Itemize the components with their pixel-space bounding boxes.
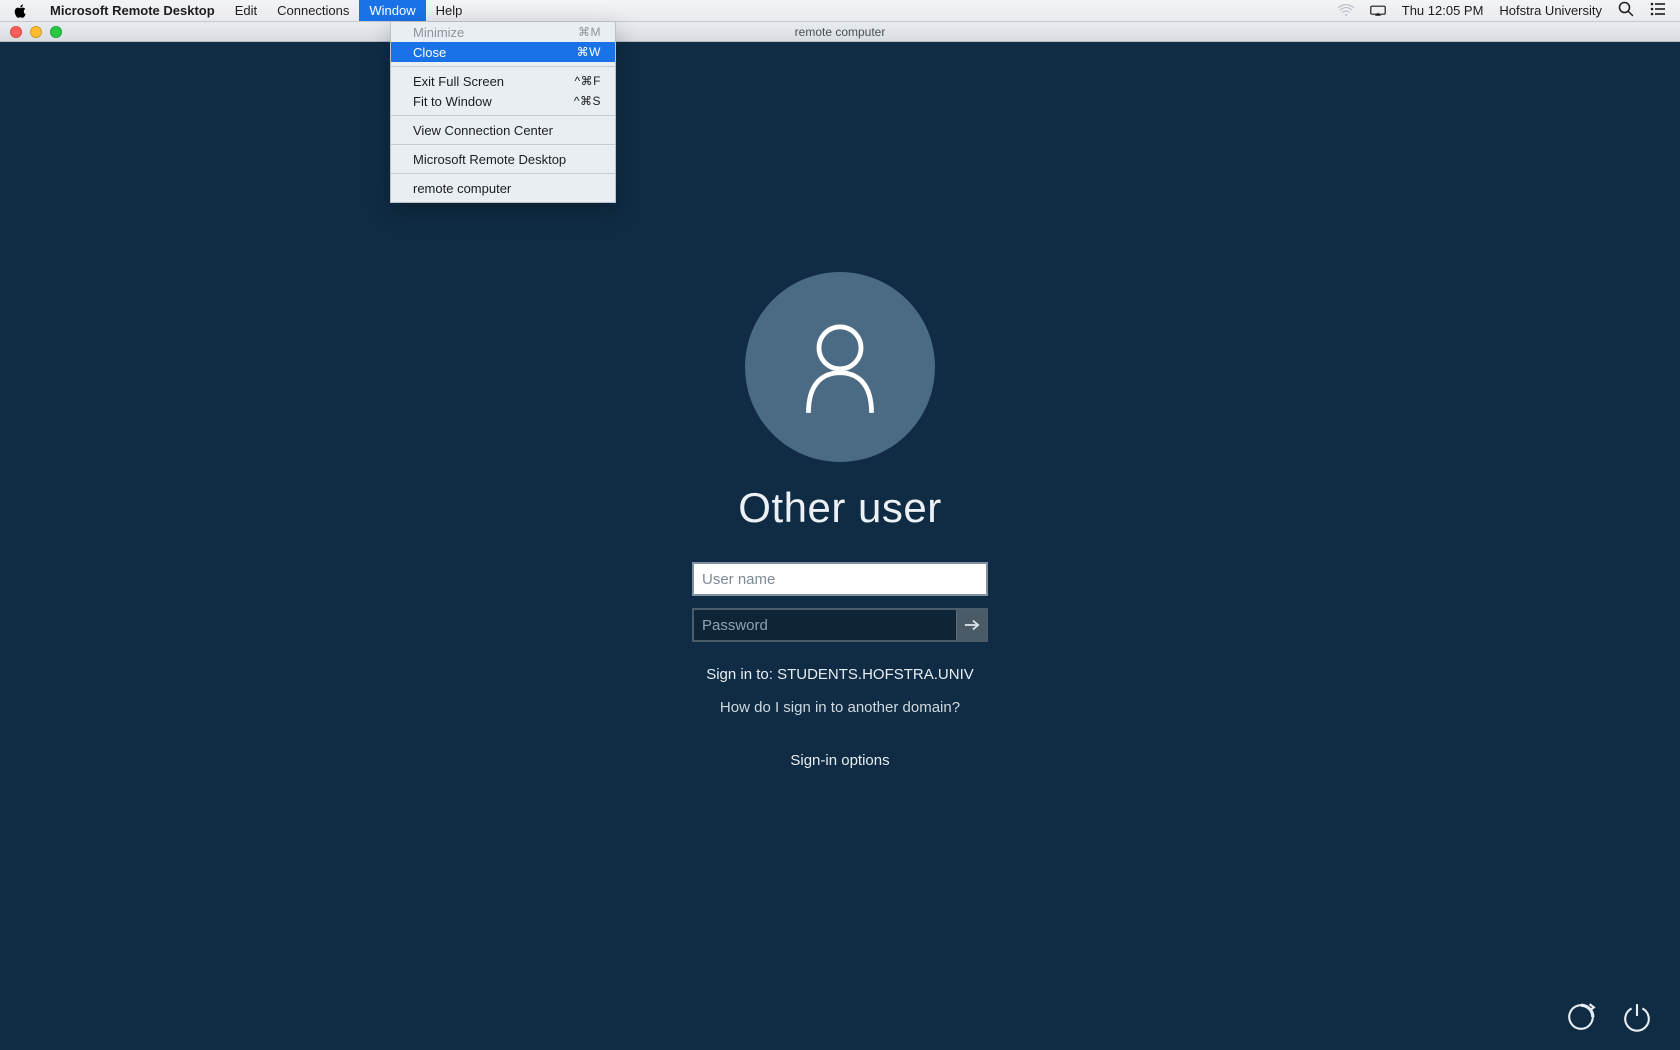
menu-connections[interactable]: Connections bbox=[267, 0, 359, 21]
other-domain-link[interactable]: How do I sign in to another domain? bbox=[720, 699, 960, 716]
dd-remote-computer[interactable]: remote computer bbox=[391, 178, 615, 198]
username-row bbox=[692, 562, 988, 596]
dd-shortcut: ^⌘S bbox=[574, 94, 601, 108]
app-name[interactable]: Microsoft Remote Desktop bbox=[40, 3, 225, 18]
password-input[interactable] bbox=[694, 610, 956, 640]
fullscreen-button[interactable] bbox=[50, 26, 62, 38]
user-icon bbox=[797, 319, 883, 415]
dd-exit-full-screen[interactable]: Exit Full Screen ^⌘F bbox=[391, 71, 615, 91]
menubar-clock[interactable]: Thu 12:05 PM bbox=[1402, 3, 1484, 18]
password-row bbox=[692, 608, 988, 642]
login-title: Other user bbox=[738, 484, 941, 532]
power-icon bbox=[1622, 1002, 1652, 1032]
login-panel: Other user Sign in to: STUDENTS.HOFSTRA.… bbox=[692, 272, 988, 769]
submit-button[interactable] bbox=[956, 610, 986, 640]
dd-separator bbox=[391, 66, 615, 67]
dd-separator bbox=[391, 173, 615, 174]
minimize-button[interactable] bbox=[30, 26, 42, 38]
dd-shortcut: ^⌘F bbox=[575, 74, 601, 88]
dd-shortcut: ⌘M bbox=[578, 25, 601, 39]
dd-label: remote computer bbox=[413, 181, 511, 196]
menubar-account[interactable]: Hofstra University bbox=[1499, 3, 1602, 18]
menu-edit[interactable]: Edit bbox=[225, 0, 267, 21]
dd-microsoft-remote-desktop[interactable]: Microsoft Remote Desktop bbox=[391, 149, 615, 169]
window-title: remote computer bbox=[795, 25, 886, 39]
macos-menubar: Microsoft Remote Desktop Edit Connection… bbox=[0, 0, 1680, 22]
dd-minimize: Minimize ⌘M bbox=[391, 22, 615, 42]
signin-domain: Sign in to: STUDENTS.HOFSTRA.UNIV bbox=[706, 666, 974, 683]
window-titlebar: remote computer bbox=[0, 22, 1680, 42]
dd-label: View Connection Center bbox=[413, 123, 553, 138]
signin-options-link[interactable]: Sign-in options bbox=[790, 752, 889, 769]
dd-separator bbox=[391, 115, 615, 116]
airplay-icon[interactable] bbox=[1370, 4, 1386, 18]
dd-label: Close bbox=[413, 45, 446, 60]
dd-separator bbox=[391, 144, 615, 145]
dd-label: Fit to Window bbox=[413, 94, 492, 109]
window-menu-dropdown: Minimize ⌘M Close ⌘W Exit Full Screen ^⌘… bbox=[390, 22, 616, 203]
dd-fit-to-window[interactable]: Fit to Window ^⌘S bbox=[391, 91, 615, 111]
dd-view-connection-center[interactable]: View Connection Center bbox=[391, 120, 615, 140]
apple-menu[interactable] bbox=[0, 4, 40, 18]
remote-session: Other user Sign in to: STUDENTS.HOFSTRA.… bbox=[0, 42, 1680, 1050]
dd-close[interactable]: Close ⌘W bbox=[391, 42, 615, 62]
apple-logo-icon bbox=[14, 4, 28, 18]
menu-window[interactable]: Window bbox=[359, 0, 425, 21]
user-avatar bbox=[745, 272, 935, 462]
dd-label: Exit Full Screen bbox=[413, 74, 504, 89]
arrow-right-icon bbox=[964, 618, 980, 632]
dd-label: Microsoft Remote Desktop bbox=[413, 152, 566, 167]
menu-help[interactable]: Help bbox=[426, 0, 473, 21]
ease-of-access-button[interactable] bbox=[1566, 1002, 1596, 1032]
traffic-lights bbox=[0, 26, 62, 38]
username-input[interactable] bbox=[692, 562, 988, 596]
list-icon[interactable] bbox=[1650, 1, 1666, 20]
dd-shortcut: ⌘W bbox=[577, 45, 601, 59]
wifi-icon[interactable] bbox=[1338, 4, 1354, 18]
ease-of-access-icon bbox=[1566, 1002, 1596, 1032]
power-button[interactable] bbox=[1622, 1002, 1652, 1032]
close-button[interactable] bbox=[10, 26, 22, 38]
dd-label: Minimize bbox=[413, 25, 464, 40]
spotlight-search-icon[interactable] bbox=[1618, 1, 1634, 20]
bottom-action-bar bbox=[1566, 1002, 1652, 1032]
